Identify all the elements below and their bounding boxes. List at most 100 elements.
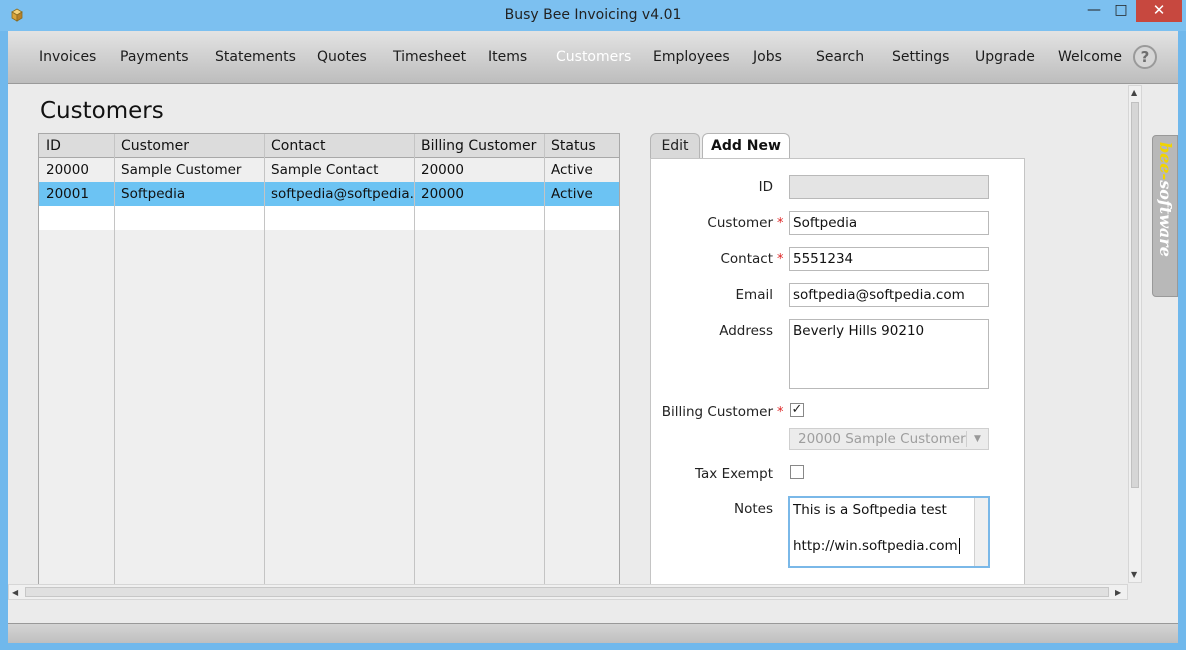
notes-label: Notes bbox=[734, 501, 773, 517]
id-field bbox=[789, 175, 989, 199]
required-marker: * bbox=[777, 216, 784, 231]
maximize-button[interactable]: □ bbox=[1108, 0, 1134, 22]
empty-row bbox=[39, 518, 619, 542]
empty-row bbox=[39, 254, 619, 278]
cell-customer: Sample Customer bbox=[121, 162, 242, 178]
scroll-down-arrow-icon[interactable]: ▼ bbox=[1131, 570, 1137, 579]
empty-row bbox=[39, 398, 619, 422]
scroll-left-arrow-icon[interactable]: ◀ bbox=[12, 588, 18, 597]
help-button[interactable]: ? bbox=[1133, 45, 1157, 69]
cell-billing-customer: 20000 bbox=[421, 162, 464, 178]
column-header-status[interactable]: Status bbox=[551, 138, 596, 154]
page-title: Customers bbox=[40, 98, 164, 124]
empty-row bbox=[39, 470, 619, 494]
empty-row bbox=[39, 350, 619, 374]
column-header-contact[interactable]: Contact bbox=[271, 138, 325, 154]
nav-jobs[interactable]: Jobs bbox=[753, 49, 782, 65]
column-header-id[interactable]: ID bbox=[46, 138, 61, 154]
close-button[interactable]: ✕ bbox=[1136, 0, 1182, 22]
column-divider[interactable] bbox=[544, 134, 545, 584]
contact-label: Contact bbox=[720, 251, 773, 267]
empty-row bbox=[39, 422, 619, 446]
nav-timesheet[interactable]: Timesheet bbox=[393, 49, 466, 65]
tax-exempt-checkbox[interactable] bbox=[790, 465, 804, 479]
scroll-right-arrow-icon[interactable]: ▶ bbox=[1115, 588, 1121, 597]
notes-line: This is a Softpedia test bbox=[793, 502, 947, 518]
empty-row bbox=[39, 230, 619, 254]
status-bar bbox=[8, 623, 1178, 643]
cell-id: 20000 bbox=[46, 162, 89, 178]
title-bar[interactable]: Busy Bee Invoicing v4.01 — □ ✕ bbox=[0, 0, 1186, 31]
nav-statements[interactable]: Statements bbox=[215, 49, 296, 65]
client-area: Invoices Payments Statements Quotes Time… bbox=[8, 31, 1178, 643]
scroll-up-arrow-icon[interactable]: ▲ bbox=[1131, 88, 1137, 97]
email-label: Email bbox=[735, 287, 773, 303]
nav-welcome[interactable]: Welcome bbox=[1058, 49, 1122, 65]
brand-logo: bee-software bbox=[1156, 142, 1175, 257]
table-header: ID Customer Contact Billing Customer Sta… bbox=[39, 134, 619, 158]
notes-scrollbar[interactable] bbox=[974, 498, 988, 566]
nav-bar: Invoices Payments Statements Quotes Time… bbox=[8, 31, 1178, 84]
billing-customer-select[interactable]: 20000 Sample Customer ▼ bbox=[789, 428, 989, 450]
nav-employees[interactable]: Employees bbox=[653, 49, 730, 65]
nav-upgrade[interactable]: Upgrade bbox=[975, 49, 1035, 65]
table-row-selected[interactable]: 20001 Softpedia softpedia@softpedia.com … bbox=[39, 182, 619, 206]
empty-row bbox=[39, 542, 619, 566]
address-field[interactable]: Beverly Hills 90210 bbox=[789, 319, 989, 389]
nav-quotes[interactable]: Quotes bbox=[317, 49, 367, 65]
customer-label: Customer bbox=[707, 215, 773, 231]
cell-contact: Sample Contact bbox=[271, 162, 379, 178]
billing-customer-select-value: 20000 Sample Customer bbox=[798, 431, 966, 447]
empty-row bbox=[39, 326, 619, 350]
tax-exempt-label: Tax Exempt bbox=[695, 466, 773, 482]
nav-payments[interactable]: Payments bbox=[120, 49, 189, 65]
cell-id: 20001 bbox=[46, 186, 89, 202]
table-row[interactable]: 20000 Sample Customer Sample Contact 200… bbox=[39, 158, 619, 182]
address-label: Address bbox=[719, 323, 773, 339]
billing-customer-checkbox[interactable]: ✓ bbox=[790, 403, 804, 417]
empty-row bbox=[39, 374, 619, 398]
window-title: Busy Bee Invoicing v4.01 bbox=[504, 7, 682, 23]
content-panel: Customers 20000 Sample Customer Sample C… bbox=[8, 85, 1128, 588]
required-marker: * bbox=[777, 252, 784, 267]
cell-status: Active bbox=[551, 162, 593, 178]
brand-tab[interactable]: bee-software bbox=[1152, 135, 1178, 297]
cell-customer: Softpedia bbox=[121, 186, 186, 202]
tab-edit[interactable]: Edit bbox=[650, 133, 700, 159]
nav-customers[interactable]: Customers bbox=[556, 49, 631, 65]
cell-contact: softpedia@softpedia.com bbox=[271, 186, 415, 202]
column-divider[interactable] bbox=[114, 134, 115, 584]
column-divider[interactable] bbox=[264, 134, 265, 584]
notes-line: http://win.softpedia.com bbox=[793, 538, 960, 554]
chevron-down-icon[interactable]: ▼ bbox=[966, 431, 988, 447]
required-marker: * bbox=[777, 405, 784, 420]
column-header-customer[interactable]: Customer bbox=[121, 138, 189, 154]
nav-items[interactable]: Items bbox=[488, 49, 527, 65]
tab-add-new[interactable]: Add New bbox=[702, 133, 790, 160]
empty-row bbox=[39, 566, 619, 584]
notes-field[interactable]: This is a Softpedia test http://win.soft… bbox=[788, 496, 990, 568]
customer-field[interactable]: Softpedia bbox=[789, 211, 989, 235]
column-header-billing-customer[interactable]: Billing Customer bbox=[421, 138, 536, 154]
empty-row bbox=[39, 494, 619, 518]
horizontal-scrollbar[interactable]: ◀ ▶ bbox=[8, 584, 1128, 600]
billing-customer-label: Billing Customer bbox=[661, 404, 773, 420]
horizontal-scroll-thumb[interactable] bbox=[25, 587, 1109, 597]
empty-row bbox=[39, 446, 619, 470]
cell-billing-customer: 20000 bbox=[421, 186, 464, 202]
vertical-scrollbar[interactable]: ▲ ▼ bbox=[1128, 85, 1142, 583]
nav-invoices[interactable]: Invoices bbox=[39, 49, 96, 65]
empty-row bbox=[39, 278, 619, 302]
vertical-scroll-thumb[interactable] bbox=[1131, 102, 1139, 488]
column-divider[interactable] bbox=[414, 134, 415, 584]
nav-search[interactable]: Search bbox=[816, 49, 864, 65]
empty-row bbox=[39, 302, 619, 326]
app-window: Busy Bee Invoicing v4.01 — □ ✕ Invoices … bbox=[0, 0, 1186, 650]
nav-settings[interactable]: Settings bbox=[892, 49, 949, 65]
id-label: ID bbox=[758, 179, 773, 195]
contact-field[interactable]: 5551234 bbox=[789, 247, 989, 271]
email-field[interactable]: softpedia@softpedia.com bbox=[789, 283, 989, 307]
minimize-button[interactable]: — bbox=[1080, 0, 1108, 22]
empty-row bbox=[39, 206, 619, 230]
customers-table: 20000 Sample Customer Sample Contact 200… bbox=[38, 133, 620, 585]
